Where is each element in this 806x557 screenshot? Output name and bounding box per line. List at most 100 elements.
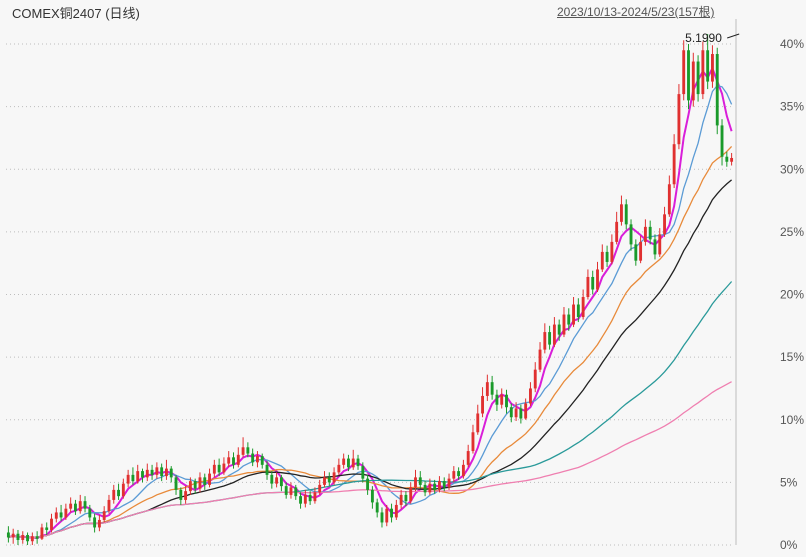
candle-body xyxy=(394,504,398,518)
grid-lines xyxy=(6,19,737,546)
candle-body xyxy=(203,477,207,485)
candle-body xyxy=(653,239,657,255)
candle-body xyxy=(117,489,120,497)
candlestick-chart[interactable]: 0% 5% 10% 15% 20% 25% 30% 35% 40% 5.1990 xyxy=(0,0,806,557)
candle-body xyxy=(337,464,341,473)
y-tick-label: 25% xyxy=(780,225,804,239)
candle-body xyxy=(715,54,719,126)
candle-body xyxy=(141,471,144,478)
y-tick-label: 20% xyxy=(780,288,804,302)
candle-body xyxy=(605,251,609,262)
candle-body xyxy=(275,477,279,484)
y-tick-label: 5% xyxy=(780,475,798,489)
candle-body xyxy=(390,508,393,518)
candle-body xyxy=(514,408,518,418)
y-axis: 0% 5% 10% 15% 20% 25% 30% 35% 40% xyxy=(780,37,804,552)
candle-body xyxy=(581,297,585,318)
candle-body xyxy=(88,508,92,518)
high-price-label: 5.1990 xyxy=(685,31,722,45)
candle-body xyxy=(11,533,15,538)
candle-body xyxy=(236,454,240,465)
candle-body xyxy=(500,394,504,405)
candle-body xyxy=(165,468,168,477)
candle-body xyxy=(471,432,475,452)
candle-body xyxy=(54,512,58,519)
candle-body xyxy=(461,464,465,477)
candle-body xyxy=(169,468,173,478)
candle-body xyxy=(16,533,20,540)
candle-body xyxy=(519,408,523,419)
candle-body xyxy=(160,467,164,477)
candle-body xyxy=(35,536,39,539)
candle-body xyxy=(596,269,599,290)
candle-body xyxy=(227,457,231,464)
candle-body xyxy=(69,503,73,509)
candle-body xyxy=(74,503,77,512)
candle-body xyxy=(136,471,140,482)
candle-body xyxy=(677,94,681,145)
candle-body xyxy=(529,388,532,404)
candle-body xyxy=(188,481,192,492)
candle-body xyxy=(428,483,432,493)
candle-body xyxy=(620,204,623,222)
candle-body xyxy=(370,489,374,503)
y-tick-label: 0% xyxy=(780,538,798,552)
candle-body xyxy=(543,332,547,350)
ma-line-10 xyxy=(8,84,733,539)
y-tick-label: 35% xyxy=(780,100,804,114)
candle-body xyxy=(557,324,561,335)
candle-body xyxy=(380,512,384,523)
candle-body xyxy=(40,527,44,539)
candle-body xyxy=(246,447,250,454)
y-tick-label: 15% xyxy=(780,350,804,364)
candle-body xyxy=(131,474,135,482)
candle-body xyxy=(509,407,513,418)
candle-body xyxy=(351,458,355,468)
candle-body xyxy=(356,458,360,467)
candle-body xyxy=(208,473,211,485)
ma-line-20 xyxy=(8,145,733,539)
candle-body xyxy=(155,467,159,475)
candle-body xyxy=(466,451,470,465)
candle-body xyxy=(217,464,221,473)
candle-body xyxy=(567,314,571,325)
ma-line-60 xyxy=(8,281,733,539)
candle-body xyxy=(366,478,370,490)
candle-body xyxy=(438,481,441,490)
candle-body xyxy=(303,494,307,504)
candle-body xyxy=(193,481,197,489)
candle-body xyxy=(83,501,87,509)
candle-body xyxy=(533,369,537,389)
candle-body xyxy=(145,469,149,478)
candle-body xyxy=(59,512,63,518)
candle-body xyxy=(658,234,662,255)
candle-body xyxy=(289,487,293,495)
candle-body xyxy=(260,456,264,465)
candle-body xyxy=(730,157,734,162)
candle-body xyxy=(93,517,97,528)
candle-body xyxy=(648,226,652,240)
candle-body xyxy=(481,395,484,414)
candle-body xyxy=(347,458,350,468)
candle-body xyxy=(414,477,417,488)
annotation-arrow xyxy=(727,33,740,39)
candle-body xyxy=(26,534,29,542)
candle-body xyxy=(30,536,34,542)
candle-body xyxy=(361,466,365,479)
candle-body xyxy=(586,276,590,298)
candle-body xyxy=(490,382,494,395)
candle-body xyxy=(327,477,331,483)
candle-body xyxy=(121,483,125,497)
candle-body xyxy=(452,471,456,479)
candle-body xyxy=(399,494,403,505)
candle-body xyxy=(624,204,628,225)
candle-body xyxy=(505,394,508,408)
candle-body xyxy=(284,486,288,495)
candle-body xyxy=(457,471,461,477)
candle-body xyxy=(629,224,633,245)
candle-body xyxy=(256,456,259,463)
candle-body xyxy=(433,483,437,490)
candle-body xyxy=(179,489,183,500)
candle-body xyxy=(485,382,489,396)
candle-body xyxy=(385,508,389,523)
